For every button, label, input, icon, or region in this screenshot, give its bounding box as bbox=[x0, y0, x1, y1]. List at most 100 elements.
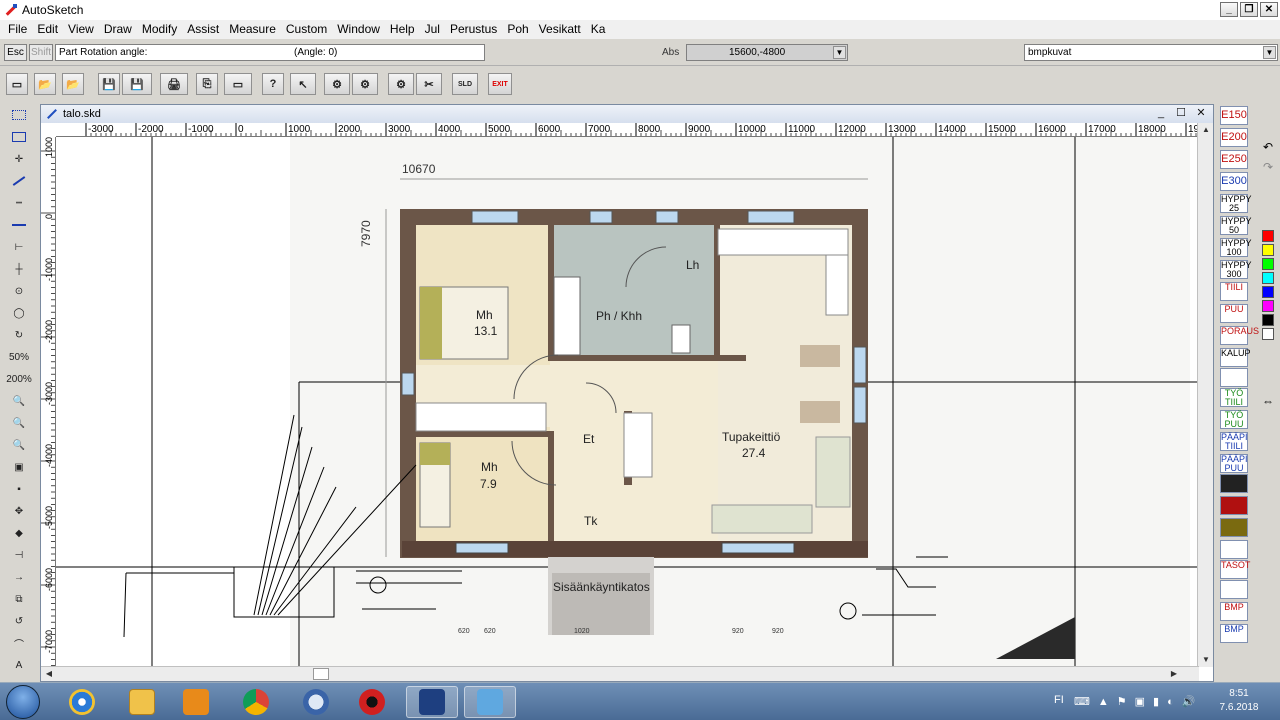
menu-jul[interactable]: Jul bbox=[420, 20, 445, 39]
shift-button[interactable]: Shift bbox=[29, 44, 53, 61]
menu-vesikatt[interactable]: Vesikatt bbox=[534, 20, 586, 39]
dimension-icon[interactable]: ⊣ bbox=[7, 546, 31, 564]
language-indicator[interactable]: FI bbox=[1054, 694, 1064, 706]
right-tool-tasot[interactable]: TASOT bbox=[1220, 560, 1250, 579]
redo-icon[interactable]: ↷ bbox=[1258, 160, 1278, 176]
crosshair-icon[interactable]: ✛ bbox=[7, 150, 31, 168]
drawing-canvas[interactable]: 10670 7970 Mh 13.1 Ph / Khh Lh Et Tupake… bbox=[56, 137, 1199, 667]
scroll-up-icon[interactable]: ▲ bbox=[1199, 123, 1213, 137]
right-tool-puu[interactable]: PUU bbox=[1220, 304, 1248, 323]
chevron-down-icon[interactable]: ▼ bbox=[833, 46, 846, 59]
slideshow-icon[interactable]: SLD bbox=[452, 73, 478, 95]
zoom-200-button[interactable]: 200% bbox=[6, 370, 32, 388]
dotted-line-icon[interactable]: ┅ bbox=[7, 194, 31, 212]
right-tool-hyppy-25[interactable]: HYPPY 25 bbox=[1220, 194, 1252, 213]
save-icon[interactable]: 💾 bbox=[98, 73, 120, 95]
right-tool-swatch-18[interactable] bbox=[1220, 496, 1248, 515]
calculator-icon[interactable] bbox=[406, 686, 458, 718]
menu-file[interactable]: File bbox=[3, 20, 32, 39]
doc-maximize-button[interactable]: ☐ bbox=[1173, 107, 1189, 121]
right-tool-kalup[interactable]: KALUP bbox=[1220, 348, 1251, 367]
right-tool-hyppy-100[interactable]: HYPPY 100 bbox=[1220, 238, 1252, 257]
right-tool-bmp[interactable]: BMP bbox=[1220, 602, 1248, 621]
media-player-icon[interactable] bbox=[170, 686, 222, 718]
vertical-scrollbar[interactable]: ▲ ▼ bbox=[1197, 123, 1213, 667]
arc-icon[interactable]: ⌒ bbox=[7, 634, 31, 652]
right-tool-swatch-22[interactable] bbox=[1220, 580, 1248, 599]
right-tool-swatch-17[interactable] bbox=[1220, 474, 1248, 493]
color-swatch[interactable] bbox=[1262, 244, 1274, 256]
pan-tool-icon[interactable]: ⚙ bbox=[352, 73, 378, 95]
color-swatch[interactable] bbox=[1262, 300, 1274, 312]
color-swatch[interactable] bbox=[1262, 286, 1274, 298]
minimize-button[interactable]: _ bbox=[1220, 2, 1238, 17]
properties-icon[interactable]: ⚙ bbox=[388, 73, 414, 95]
zoom-50-button[interactable]: 50% bbox=[7, 348, 31, 366]
chrome-icon[interactable] bbox=[230, 686, 282, 718]
right-tool-swatch-12[interactable] bbox=[1220, 368, 1248, 387]
zoom-out-icon[interactable]: 🔍 bbox=[7, 414, 31, 432]
color-swatch[interactable] bbox=[1262, 328, 1274, 340]
doc-close-button[interactable]: ✕ bbox=[1193, 107, 1209, 121]
grid-snap-icon[interactable] bbox=[7, 106, 31, 124]
autosketch-taskbar-icon[interactable] bbox=[464, 686, 516, 718]
square-icon[interactable]: ▪ bbox=[7, 480, 31, 498]
hline-icon[interactable] bbox=[7, 216, 31, 234]
circle-icon[interactable]: ◯ bbox=[7, 304, 31, 322]
clock[interactable]: 8:51 7.6.2018 bbox=[1214, 687, 1264, 715]
horizontal-scrollbar[interactable]: ◀ ▶ bbox=[41, 666, 1199, 681]
menu-measure[interactable]: Measure bbox=[224, 20, 281, 39]
doc-minimize-button[interactable]: _ bbox=[1153, 107, 1169, 121]
menu-perustus[interactable]: Perustus bbox=[445, 20, 502, 39]
thunderbird-icon[interactable] bbox=[290, 686, 342, 718]
menu-custom[interactable]: Custom bbox=[281, 20, 332, 39]
color-swatch[interactable] bbox=[1262, 230, 1274, 242]
coord-mode-label[interactable]: Abs bbox=[662, 44, 684, 61]
resize-icon[interactable]: ⇔ bbox=[1258, 394, 1278, 410]
right-tool-e150[interactable]: E150 bbox=[1220, 106, 1248, 125]
open-folder-alt-icon[interactable]: 📂 bbox=[62, 73, 84, 95]
zoom-tool-icon[interactable]: ⚙ bbox=[324, 73, 350, 95]
right-tool-e300[interactable]: E300 bbox=[1220, 172, 1248, 191]
help-pointer-icon[interactable]: ↖ bbox=[290, 73, 316, 95]
cut-icon[interactable]: ✂ bbox=[416, 73, 442, 95]
menu-view[interactable]: View bbox=[63, 20, 99, 39]
color-swatch[interactable] bbox=[1262, 314, 1274, 326]
esc-button[interactable]: Esc bbox=[4, 44, 27, 61]
zoom-in-icon[interactable]: 🔍 bbox=[7, 392, 31, 410]
menu-draw[interactable]: Draw bbox=[99, 20, 137, 39]
menu-edit[interactable]: Edit bbox=[32, 20, 63, 39]
box-select-icon[interactable] bbox=[7, 128, 31, 146]
right-tool-swatch-19[interactable] bbox=[1220, 518, 1248, 537]
rotate-object-icon[interactable]: ↺ bbox=[7, 612, 31, 630]
right-tool-tiili[interactable]: TIILI bbox=[1220, 282, 1248, 301]
zoom-all-icon[interactable]: ▣ bbox=[7, 458, 31, 476]
new-file-icon[interactable]: ▭ bbox=[6, 73, 28, 95]
right-tool-hyppy-50[interactable]: HYPPY 50 bbox=[1220, 216, 1252, 235]
undo-icon[interactable]: ↶ bbox=[1258, 140, 1278, 156]
paste-icon[interactable]: ▭ bbox=[224, 73, 252, 95]
menu-ka[interactable]: Ka bbox=[586, 20, 611, 39]
right-tool-p-pi-tiili[interactable]: PÄÄPI TIILI bbox=[1220, 432, 1248, 451]
restore-button[interactable]: ❐ bbox=[1240, 2, 1258, 17]
right-tool-e200[interactable]: E200 bbox=[1220, 128, 1248, 147]
scroll-down-icon[interactable]: ▼ bbox=[1199, 653, 1213, 667]
coordinate-display[interactable]: 15600,-4800 ▼ bbox=[686, 44, 848, 61]
system-tray-icons[interactable]: ⌨▲⚑▣▮◐🔊 bbox=[1074, 695, 1203, 708]
chevron-down-icon[interactable]: ▼ bbox=[1263, 46, 1276, 59]
right-tool-p-pi-puu[interactable]: PÄÄPI PUU bbox=[1220, 454, 1248, 473]
menu-assist[interactable]: Assist bbox=[182, 20, 224, 39]
save-as-icon[interactable]: 💾 bbox=[122, 73, 152, 95]
text-tool-icon[interactable]: A bbox=[7, 656, 31, 674]
move-icon[interactable]: ✥ bbox=[7, 502, 31, 520]
eraser-icon[interactable]: ◆ bbox=[7, 524, 31, 542]
line-tool-icon[interactable] bbox=[7, 172, 31, 190]
circle-center-icon[interactable]: ⊙ bbox=[7, 282, 31, 300]
exit-icon[interactable]: EXIT bbox=[488, 73, 512, 95]
scroll-thumb[interactable] bbox=[313, 668, 329, 680]
internet-explorer-icon[interactable] bbox=[56, 686, 108, 718]
zoom-window-icon[interactable]: 🔍 bbox=[7, 436, 31, 454]
right-tool-hyppy-300[interactable]: HYPPY 300 bbox=[1220, 260, 1252, 279]
color-swatch[interactable] bbox=[1262, 258, 1274, 270]
start-button[interactable] bbox=[6, 685, 40, 719]
